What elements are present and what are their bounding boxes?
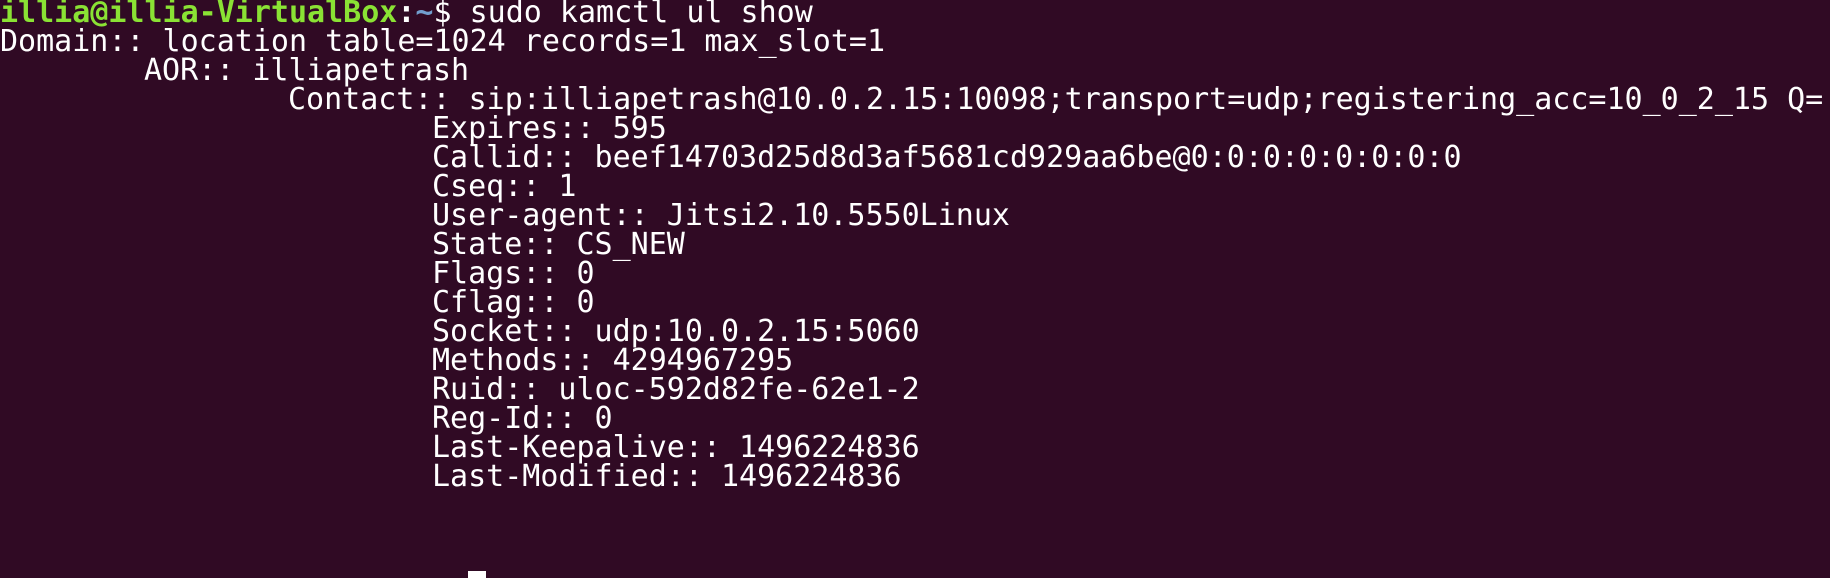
terminal-window[interactable]: illia@illia-VirtualBox:~$ sudo kamctl ul…: [0, 0, 1830, 578]
text-cursor: [468, 571, 486, 578]
field-last-modified: Last-Modified:: 1496224836: [432, 459, 902, 494]
